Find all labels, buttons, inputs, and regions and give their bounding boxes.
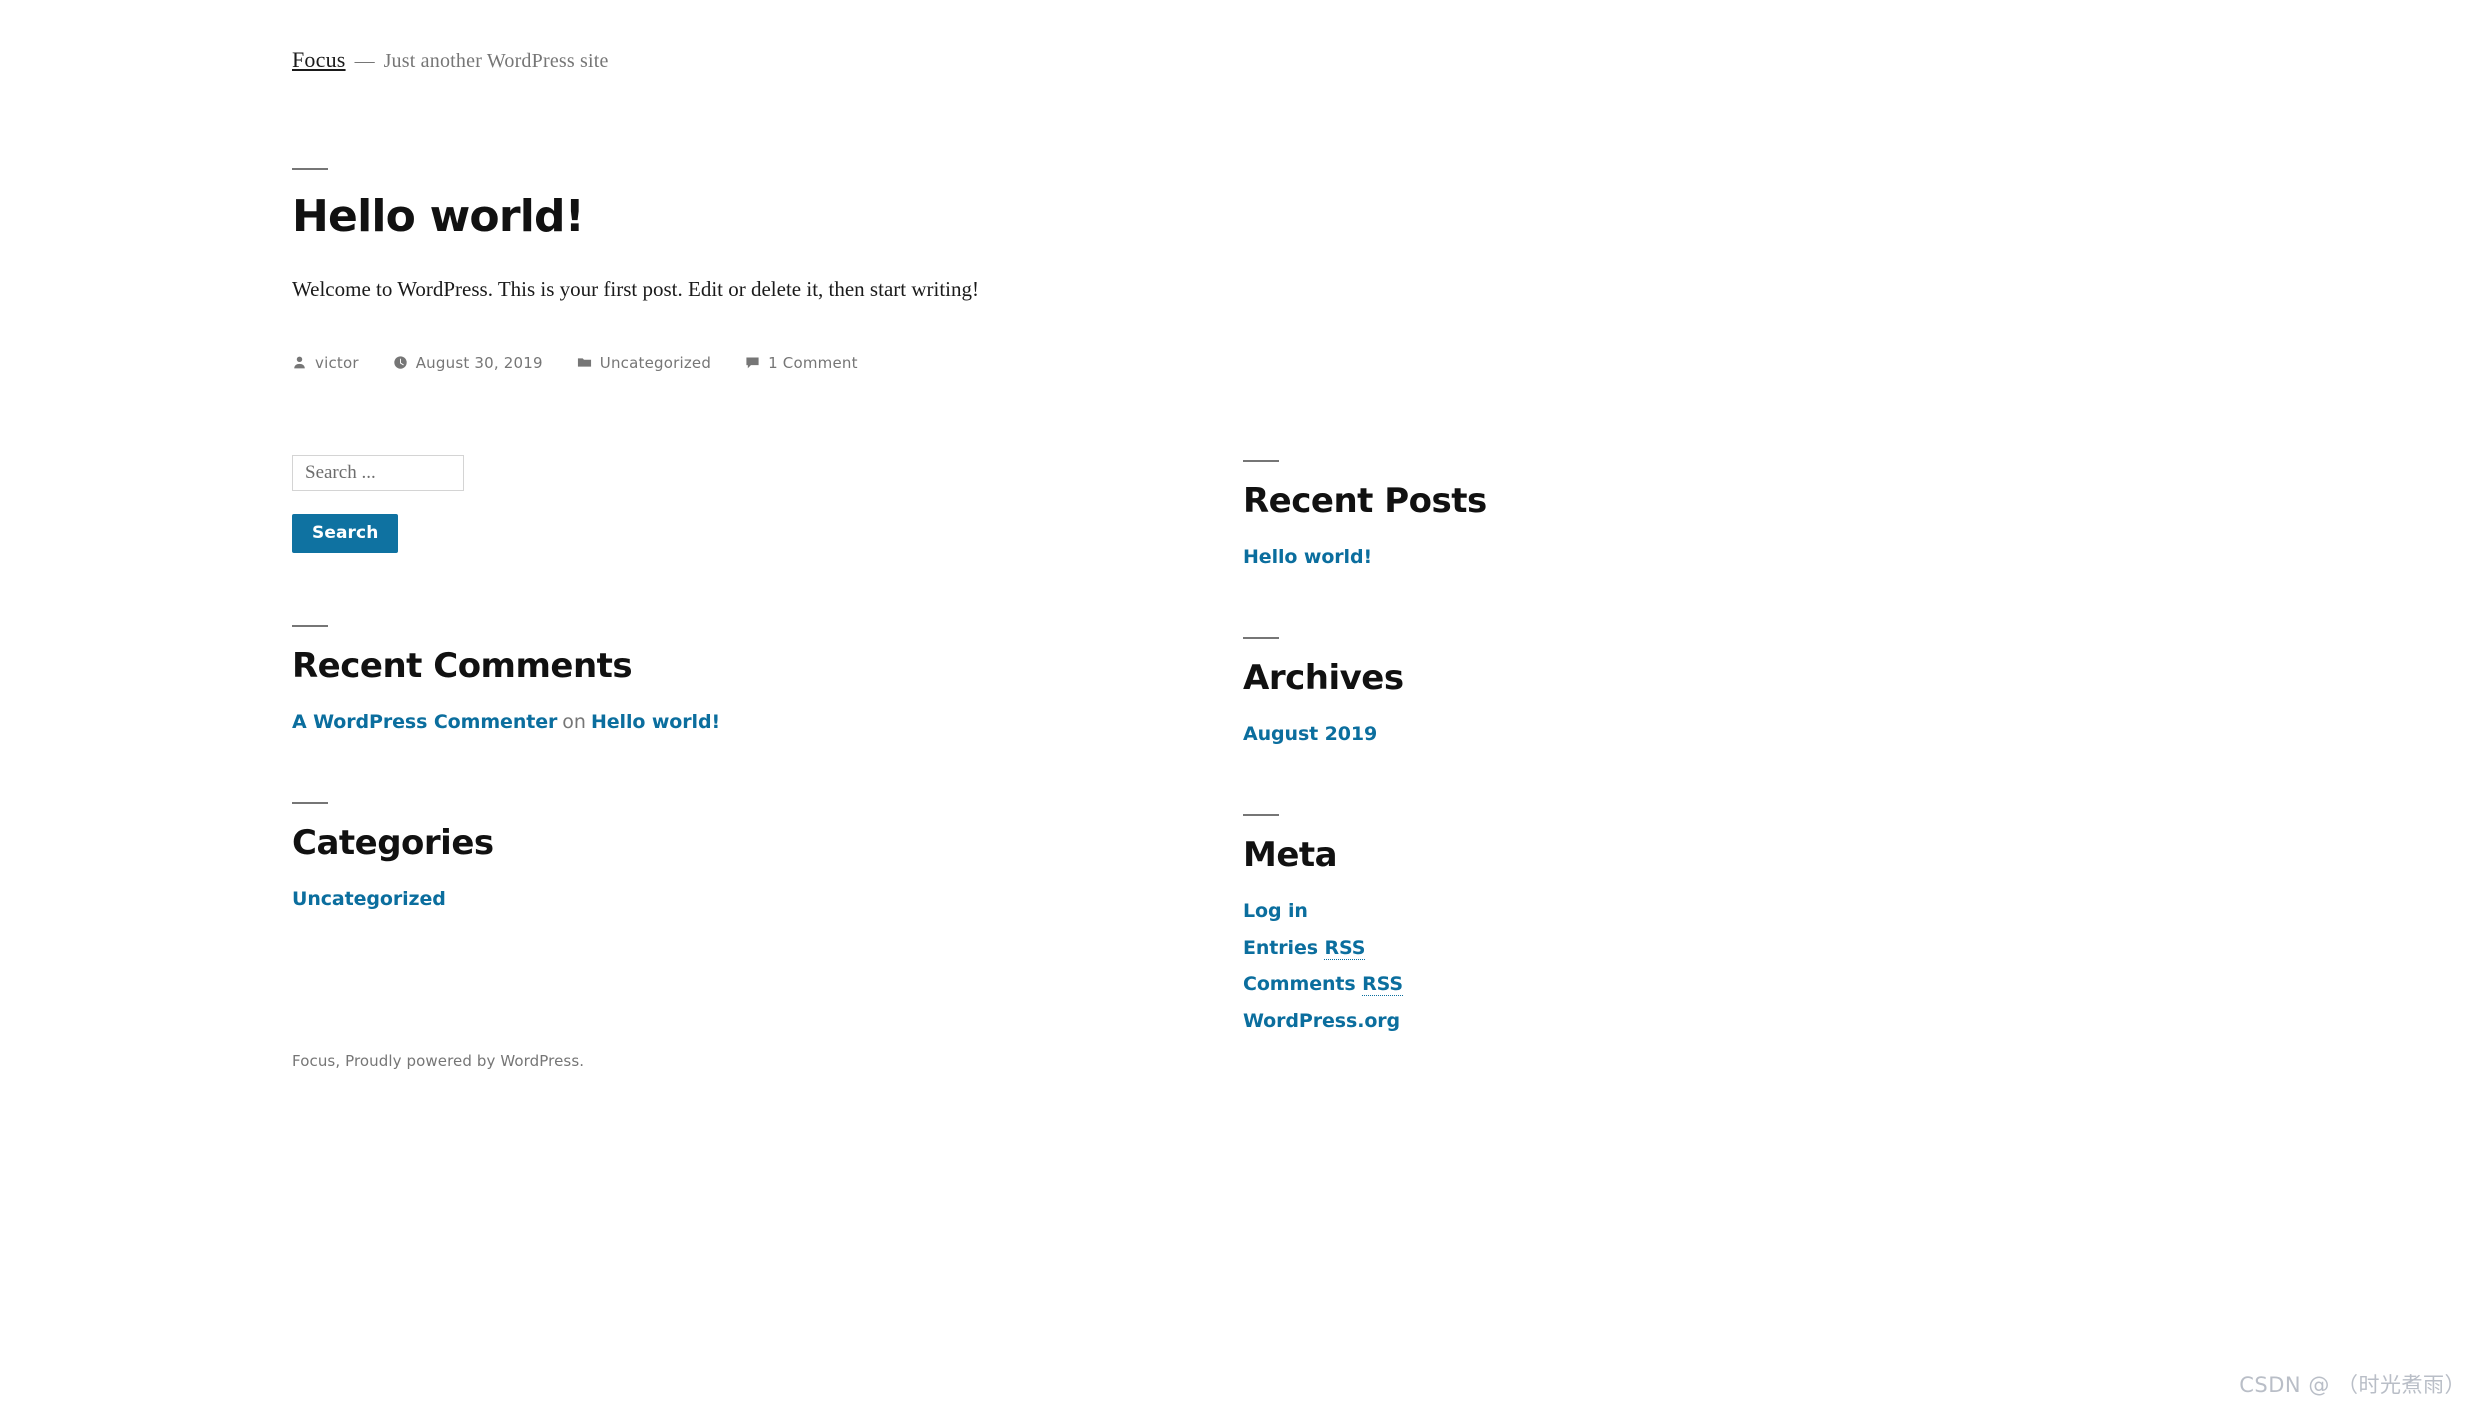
meta-link-entries-rss[interactable]: Entries RSS bbox=[1243, 936, 1366, 960]
widget-column-right: Recent Posts Hello world! Archives Augus… bbox=[1243, 460, 2063, 1035]
person-icon bbox=[292, 355, 307, 370]
meta-link-wordpress-org[interactable]: WordPress.org bbox=[1243, 1010, 1400, 1032]
post-author-name: victor bbox=[315, 353, 359, 372]
site-footer: Focus, Proudly powered by WordPress. bbox=[292, 1052, 585, 1070]
meta-link-comments-rss[interactable]: Comments RSS bbox=[1243, 973, 1403, 997]
post-category: Uncategorized bbox=[599, 353, 712, 372]
list-item: A WordPress Commenter on Hello world! bbox=[292, 709, 1112, 737]
recent-post-link-hello-world[interactable]: Hello world! bbox=[1243, 546, 1372, 568]
rss-abbr: RSS bbox=[1324, 936, 1366, 960]
widget-title-recent-posts: Recent Posts bbox=[1243, 481, 1487, 521]
site-header: Focus — Just another WordPress site bbox=[292, 47, 609, 73]
widget-title-categories: Categories bbox=[292, 823, 494, 864]
search-input[interactable] bbox=[292, 455, 464, 491]
categories-list: Uncategorized bbox=[292, 886, 1112, 914]
meta-link-login[interactable]: Log in bbox=[1243, 900, 1308, 922]
widget-divider bbox=[1243, 460, 1279, 462]
clock-icon bbox=[393, 355, 408, 370]
meta-list: Log in Entries RSS Comments RSS WordPres… bbox=[1243, 898, 2063, 1035]
widget-divider bbox=[1243, 637, 1279, 640]
rss-abbr: RSS bbox=[1362, 973, 1403, 997]
post-comment-count: 1 Comment bbox=[768, 353, 858, 372]
widget-recent-posts: Recent Posts Hello world! bbox=[1243, 460, 2063, 571]
comment-connector: on bbox=[562, 710, 586, 733]
widget-column-left: Search Recent Comments A WordPress Comme… bbox=[292, 455, 1112, 913]
list-item: August 2019 bbox=[1243, 721, 2063, 749]
list-item: Hello world! bbox=[1243, 544, 2063, 572]
list-item: Comments RSS bbox=[1243, 971, 2063, 999]
widget-recent-comments: Recent Comments A WordPress Commenter on H… bbox=[292, 625, 1112, 736]
site-title-link[interactable]: Focus bbox=[292, 47, 346, 73]
post-meta-author[interactable]: victor bbox=[292, 354, 359, 372]
comment-post-link[interactable]: Hello world! bbox=[591, 711, 720, 733]
post-meta-category[interactable]: Uncategorized bbox=[577, 354, 711, 372]
widget-divider bbox=[1243, 814, 1279, 817]
widget-categories: Categories Uncategorized bbox=[292, 802, 1112, 913]
csdn-watermark: CSDN @ （时光煮雨） bbox=[2239, 1373, 2466, 1397]
widget-divider bbox=[292, 625, 328, 627]
list-item: WordPress.org bbox=[1243, 1008, 2063, 1036]
comment-author-link[interactable]: A WordPress Commenter bbox=[292, 711, 557, 733]
title-divider bbox=[292, 168, 328, 170]
archives-list: August 2019 bbox=[1243, 721, 2063, 749]
widget-search: Search bbox=[292, 455, 1112, 553]
recent-comments-list: A WordPress Commenter on Hello world! bbox=[292, 709, 1112, 737]
meta-link-comments-label: Comments bbox=[1243, 973, 1363, 996]
site-title-separator: — bbox=[354, 50, 375, 72]
search-button[interactable]: Search bbox=[292, 514, 399, 553]
folder-icon bbox=[577, 355, 592, 370]
list-item: Uncategorized bbox=[292, 886, 1112, 914]
post-meta-date[interactable]: August 30, 2019 bbox=[393, 354, 543, 372]
page-root: Focus — Just another WordPress site Hell… bbox=[0, 0, 2488, 1417]
list-item: Entries RSS bbox=[1243, 935, 2063, 963]
post-meta: victor August 30, 2019 Uncategorized 1 C… bbox=[292, 354, 1292, 372]
archive-link-august-2019[interactable]: August 2019 bbox=[1243, 723, 1377, 745]
list-item: Log in bbox=[1243, 898, 2063, 926]
widget-meta: Meta Log in Entries RSS Comments RSS Wor… bbox=[1243, 814, 2063, 1035]
meta-link-entries-label: Entries bbox=[1243, 936, 1325, 959]
post-excerpt: Welcome to WordPress. This is your first… bbox=[292, 277, 979, 302]
post-date: August 30, 2019 bbox=[415, 353, 543, 372]
comment-icon bbox=[745, 355, 760, 370]
post-title: Hello world! bbox=[292, 191, 585, 242]
widget-title-archives: Archives bbox=[1243, 658, 1404, 699]
widget-divider bbox=[292, 802, 328, 805]
widget-archives: Archives August 2019 bbox=[1243, 637, 2063, 748]
post-meta-comments[interactable]: 1 Comment bbox=[745, 354, 858, 372]
widget-title-meta: Meta bbox=[1243, 835, 1338, 876]
post-article: Hello world! Welcome to WordPress. This … bbox=[292, 168, 1292, 372]
recent-posts-list: Hello world! bbox=[1243, 544, 2063, 572]
category-link-uncategorized[interactable]: Uncategorized bbox=[292, 888, 446, 910]
widget-title-recent-comments: Recent Comments bbox=[292, 646, 633, 686]
site-description: Just another WordPress site bbox=[383, 50, 609, 72]
